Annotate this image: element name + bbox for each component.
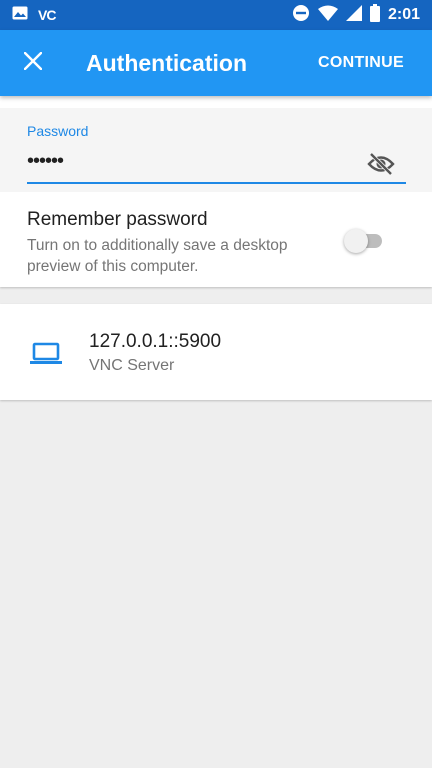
laptop-icon (30, 342, 62, 366)
carrier-text: VC (38, 7, 56, 23)
server-type: VNC Server (89, 357, 175, 374)
battery-icon (369, 3, 380, 27)
password-input[interactable]: •••••• (27, 150, 64, 173)
password-field[interactable]: Password •••••• (0, 108, 432, 192)
page-title: Authentication (86, 49, 247, 76)
status-time: 2:01 (387, 6, 420, 23)
remember-password-toggle[interactable] (344, 229, 384, 253)
close-icon (23, 50, 43, 75)
password-label: Password (27, 123, 89, 139)
dnd-icon (292, 4, 310, 27)
server-address: 127.0.0.1::5900 (89, 331, 222, 352)
auth-card: Password •••••• Remember password Turn o… (0, 96, 432, 287)
continue-button[interactable]: CONTINUE (318, 54, 404, 72)
toggle-thumb (344, 229, 368, 253)
remember-password-title: Remember password (27, 209, 208, 230)
server-card[interactable]: 127.0.0.1::5900 VNC Server (0, 304, 432, 400)
close-button[interactable] (0, 30, 66, 96)
signal-icon (345, 4, 362, 26)
password-underline (27, 182, 406, 184)
eye-off-icon[interactable] (367, 152, 395, 176)
remember-password-subtitle: Turn on to additionally save a desktop p… (27, 237, 288, 275)
image-icon (12, 6, 28, 25)
app-bar: Authentication CONTINUE (0, 30, 432, 96)
wifi-icon (317, 5, 338, 26)
status-bar: VC 2:01 (0, 0, 432, 30)
